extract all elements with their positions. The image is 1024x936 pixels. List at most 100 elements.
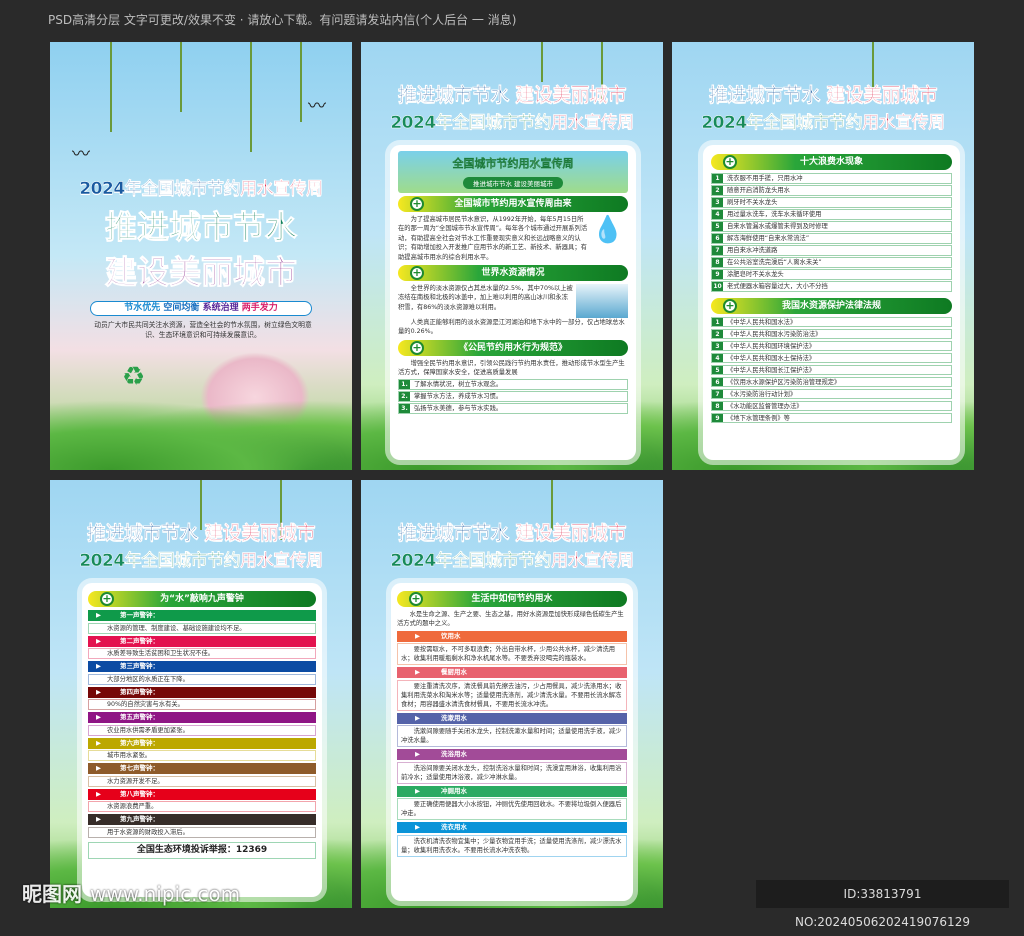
poster-how-to-save-water[interactable]: 推进城市节水 建设美丽城市 2024年全国城市节约用水宣传周 + 生活中如何节约用… xyxy=(361,480,663,908)
list-item: 3. 弘扬节水美德，参与节水实践。 xyxy=(398,403,628,414)
play-icon: ▶ xyxy=(96,815,101,823)
section-header: + 全国城市节约用水宣传周由来 xyxy=(398,196,628,212)
week-title: 2024年全国城市节约 xyxy=(79,179,241,199)
item-number: 8 xyxy=(712,258,723,267)
tagline: 节水优先 空间均衡 系统治理 两手发力 xyxy=(90,301,312,316)
alarm-text: 农业用水供需矛盾更加紧张。 xyxy=(88,724,316,736)
alarm-text: 90%的自然灾害与水有关。 xyxy=(88,699,316,710)
plus-icon: + xyxy=(409,592,423,606)
item-text: 《中华人民共和国水土保持法》 xyxy=(727,354,816,362)
item-text: 弘扬节水美德，参与节水实践。 xyxy=(414,405,503,413)
list-item: 5 《中华人民共和国长江保护法》 xyxy=(711,364,952,375)
section-header: ▶ 饮用水 xyxy=(397,630,627,642)
section-text: 全世界的淡水资源仅占其总水量的2.5%，其中70%以上被冻结在南极和北极的冰盖中… xyxy=(398,285,573,311)
item-text: 在公共浴室洗完澡后“人离水未关” xyxy=(727,259,822,266)
swallow-icon: 〰 xyxy=(308,96,326,117)
alarm-header: ▶ 第七声警钟： xyxy=(88,763,316,774)
alarm-text: 水资源浪费严重。 xyxy=(88,801,316,812)
list-item: 7 用自来水冲洗道路 xyxy=(711,245,952,256)
section-title: 餐厨用水 xyxy=(441,668,467,677)
play-icon: ▶ xyxy=(96,789,101,798)
play-icon: ▶ xyxy=(96,687,101,696)
list-item: 1 洗衣服不用手搓，只用水冲 xyxy=(711,173,952,184)
poster-nine-alarms[interactable]: 推进城市节水 建设美丽城市 2024年全国城市节约用水宣传周 + 为“水”敲响九声… xyxy=(50,480,352,908)
section-text: 人类真正能够利用的淡水资源是江河湖泊和地下水中的一部分，仅占地球总水量的0.26… xyxy=(398,319,625,336)
item-text: 涂肥皂时不关水龙头 xyxy=(727,271,784,278)
alarm-text: 水力资源开发不足。 xyxy=(88,775,316,787)
poster-cover[interactable]: 〰 〰 2024年全国城市节约用水宣传周 推进城市节水 建设美丽城市 节水优先 … xyxy=(50,42,352,470)
alarm-title: 第二声警钟： xyxy=(120,636,159,645)
alarm-text: 用于水资源的财政投入滞后。 xyxy=(88,826,316,838)
water-drop-icon: 💧 xyxy=(591,215,625,245)
section-header: ▶ 洗漱用水 xyxy=(397,712,627,724)
item-number: 2 xyxy=(712,329,723,338)
play-icon: ▶ xyxy=(96,764,101,772)
alarm-header: ▶ 第五声警钟： xyxy=(88,712,316,723)
item-text: 自来水管漏水或爆管未得到及时修理 xyxy=(727,223,828,230)
section-text: 要按需取水，不可多取浪费；外出自带水杯，少用公共水杯，减少清洗用水；收集利用暖瓶… xyxy=(397,643,627,666)
headline-b: 建设美丽城市 xyxy=(104,253,297,292)
item-number: 3 xyxy=(712,198,723,207)
list-item: 3 刷牙时不关水龙头 xyxy=(711,197,952,208)
item-number: 7 xyxy=(712,389,723,398)
item-text: 洗衣服不用手搓，只用水冲 xyxy=(727,175,803,182)
play-icon: ▶ xyxy=(96,738,101,747)
section-title: 饮用水 xyxy=(441,631,461,640)
alarm-title: 第五声警钟： xyxy=(120,713,159,721)
plus-icon: + xyxy=(410,266,424,281)
section-title: 洗衣用水 xyxy=(441,823,467,832)
section-title: 洗浴用水 xyxy=(441,750,467,759)
water-image xyxy=(576,284,628,319)
alarm-header: ▶ 第六声警钟： xyxy=(88,737,316,749)
list-item: 4 用过量水洗车，洗车水未循环使用 xyxy=(711,209,952,220)
section-text: 增强全民节约用水意识，引领公民践行节约用水责任，推动形成节水型生产生活方式，保障… xyxy=(398,359,625,377)
watermark: 昵图网 www.nipic.com xyxy=(22,882,241,906)
item-text: 《中华人民共和国水污染防治法》 xyxy=(727,330,822,338)
list-item: 5 自来水管漏水或爆管未得到及时修理 xyxy=(711,221,952,232)
alarm-text: 水资源的管理、制度建设、基础设施建设均不足。 xyxy=(88,622,316,634)
play-icon: ▶ xyxy=(415,713,420,722)
list-item: 8 在公共浴室洗完澡后“人离水未关” xyxy=(711,257,952,268)
alarm-title: 第七声警钟： xyxy=(120,764,159,772)
item-number: 5 xyxy=(712,222,723,231)
section-text: 要注重清洗次序，清洗餐具前先擦去油污，少占用餐具，减少洗涤用水；收集利用洗菜水和… xyxy=(397,679,627,711)
list-item: 10 老式便器水箱容量过大，大小不分挡 xyxy=(711,281,952,292)
poster-week-origin[interactable]: 推进城市节水 建设美丽城市 2024年全国城市节约用水宣传周 全国城市节约用水宣… xyxy=(361,42,663,470)
alarm-title: 第一声警钟： xyxy=(120,611,159,619)
section-text: 洗漱间隙要随手关闭水龙头，控制洗漱水量和时间；适量使用洗手液，减少冲洗水量。 xyxy=(397,725,627,748)
alarm-text: 水质差导致生活贫困和卫生状况不佳。 xyxy=(88,648,316,659)
play-icon: ▶ xyxy=(96,611,101,619)
section-header: + 我国水资源保护法律法规 xyxy=(711,297,952,314)
item-text: 随意开启消防龙头用水 xyxy=(727,187,790,194)
play-icon: ▶ xyxy=(415,786,420,795)
section-text: 洗衣机清洗衣物宜集中；少量衣物宜用手洗；适量使用洗涤剂，减少漂洗水量；收集利用洗… xyxy=(397,834,627,857)
play-icon: ▶ xyxy=(96,662,101,670)
alarm-header: ▶ 第九声警钟： xyxy=(88,814,316,825)
list-item: 6 解冻海鲜使用“自来水常流法” xyxy=(711,233,952,244)
list-item: 1 《中华人民共和国水法》 xyxy=(711,316,952,327)
poster-water-waste[interactable]: 推进城市节水 建设美丽城市 2024年全国城市节约用水宣传周 + 十大浪费水现象 … xyxy=(672,42,974,470)
item-text: 用过量水洗车，洗车水未循环使用 xyxy=(727,211,822,218)
item-number: 9 xyxy=(712,413,723,422)
plus-icon: + xyxy=(410,197,424,211)
item-number: 1. xyxy=(399,380,410,389)
play-icon: ▶ xyxy=(415,750,420,759)
alarm-title: 第九声警钟： xyxy=(120,815,159,823)
list-item: 3 《中华人民共和国环境保护法》 xyxy=(711,340,952,351)
item-number: 10 xyxy=(712,282,723,291)
section-header: + 十大浪费水现象 xyxy=(711,154,952,170)
list-item: 1. 了解水情状况，树立节水观念。 xyxy=(398,379,628,390)
item-number: 4 xyxy=(712,353,723,362)
item-text: 《中华人民共和国水法》 xyxy=(727,318,797,326)
alarm-text: 大部分地区的水质正在下降。 xyxy=(88,673,316,685)
section-text: 为了提高城市居民节水意识，从1992年开始，每年5月15日所在的那一周为“全国城… xyxy=(398,216,588,261)
section-header: + 《公民节约用水行为规范》 xyxy=(398,339,628,356)
section-header: ▶ 洗浴用水 xyxy=(397,749,627,761)
list-item: 4 《中华人民共和国水土保持法》 xyxy=(711,352,952,363)
plus-icon: + xyxy=(100,592,114,606)
banner: 全国城市节约用水宣传周 推进城市节水 建设美丽城市 xyxy=(398,151,628,193)
item-text: 《饮用水水源保护区污染防治管理规定》 xyxy=(727,378,841,386)
item-number: 4 xyxy=(712,210,723,219)
plus-icon: + xyxy=(723,155,737,169)
play-icon: ▶ xyxy=(96,636,101,645)
